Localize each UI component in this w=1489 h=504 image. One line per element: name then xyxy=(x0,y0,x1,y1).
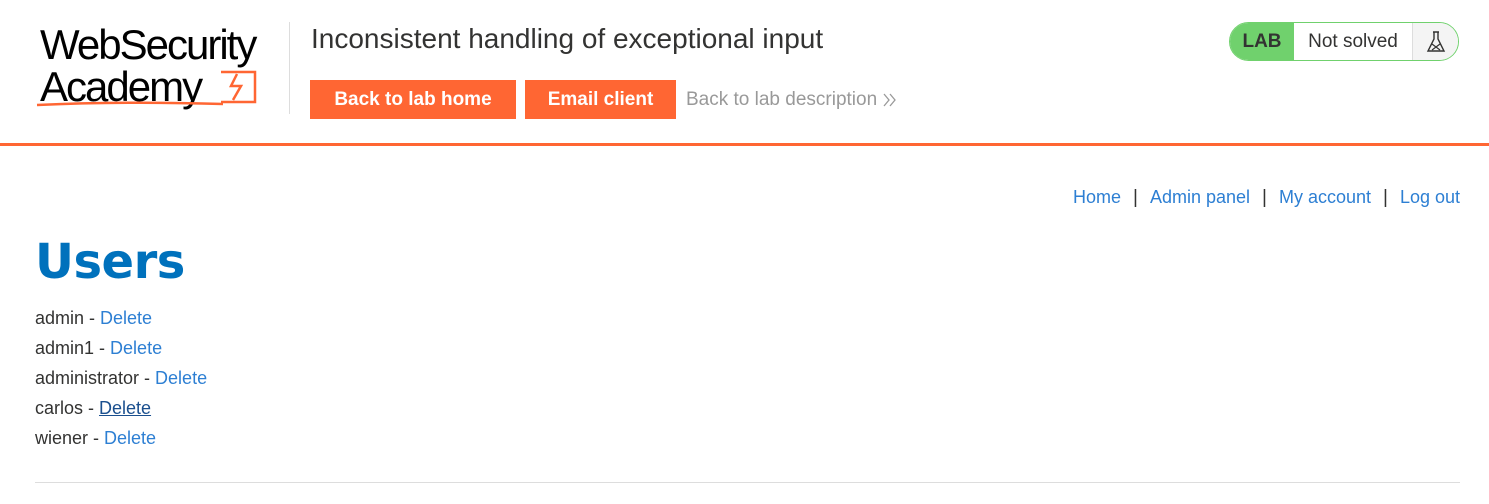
nav-separator: | xyxy=(1383,187,1388,208)
user-name: admin1 xyxy=(35,338,95,358)
flask-icon xyxy=(1412,23,1458,60)
user-name: wiener xyxy=(35,428,89,448)
header-divider xyxy=(289,22,290,114)
logo-underline-icon xyxy=(36,101,224,107)
user-separator: - xyxy=(88,428,105,448)
user-separator: - xyxy=(94,338,111,358)
lab-status-text: Not solved xyxy=(1308,30,1398,52)
nav-admin-panel-link[interactable]: Admin panel xyxy=(1150,187,1250,207)
logo-line1: WebSecurity xyxy=(40,21,257,68)
lab-status-widget: LAB Not solved xyxy=(1229,22,1459,61)
user-row-admin1: admin1 - Delete xyxy=(35,336,207,366)
lab-badge: LAB xyxy=(1230,23,1294,60)
back-to-lab-description-link[interactable]: Back to lab description xyxy=(686,89,897,111)
user-separator: - xyxy=(139,368,156,388)
web-security-academy-logo[interactable]: WebSecurity Academy xyxy=(35,18,290,113)
content-divider xyxy=(35,482,1460,483)
delete-user-link[interactable]: Delete xyxy=(100,308,152,328)
delete-user-link[interactable]: Delete xyxy=(99,398,151,418)
user-row-carlos: carlos - Delete xyxy=(35,396,207,426)
user-name: admin xyxy=(35,308,85,328)
top-navigation: Home | Admin panel | My account | Log out xyxy=(1073,186,1460,209)
double-chevron-right-icon xyxy=(883,93,897,107)
page-title: Users xyxy=(35,234,185,290)
user-row-wiener: wiener - Delete xyxy=(35,426,207,456)
user-row-administrator: administrator - Delete xyxy=(35,366,207,396)
delete-user-link[interactable]: Delete xyxy=(155,368,207,388)
delete-user-link[interactable]: Delete xyxy=(104,428,156,448)
user-name: administrator xyxy=(35,368,140,388)
user-row-admin: admin - Delete xyxy=(35,306,207,336)
user-list: admin - Delete admin1 - Delete administr… xyxy=(35,306,207,456)
user-name: carlos xyxy=(35,398,84,418)
delete-user-link[interactable]: Delete xyxy=(110,338,162,358)
lab-header: WebSecurity Academy Inconsistent handlin… xyxy=(0,0,1489,146)
nav-separator: | xyxy=(1262,187,1267,208)
nav-my-account-link[interactable]: My account xyxy=(1279,187,1371,207)
nav-log-out-link[interactable]: Log out xyxy=(1400,187,1460,207)
nav-home-link[interactable]: Home xyxy=(1073,187,1121,207)
email-client-button[interactable]: Email client xyxy=(525,80,676,119)
back-to-lab-home-button[interactable]: Back to lab home xyxy=(310,80,516,119)
user-separator: - xyxy=(83,398,100,418)
nav-separator: | xyxy=(1133,187,1138,208)
back-to-lab-description-label: Back to lab description xyxy=(686,89,878,110)
user-separator: - xyxy=(84,308,101,328)
lab-title: Inconsistent handling of exceptional inp… xyxy=(311,23,824,54)
